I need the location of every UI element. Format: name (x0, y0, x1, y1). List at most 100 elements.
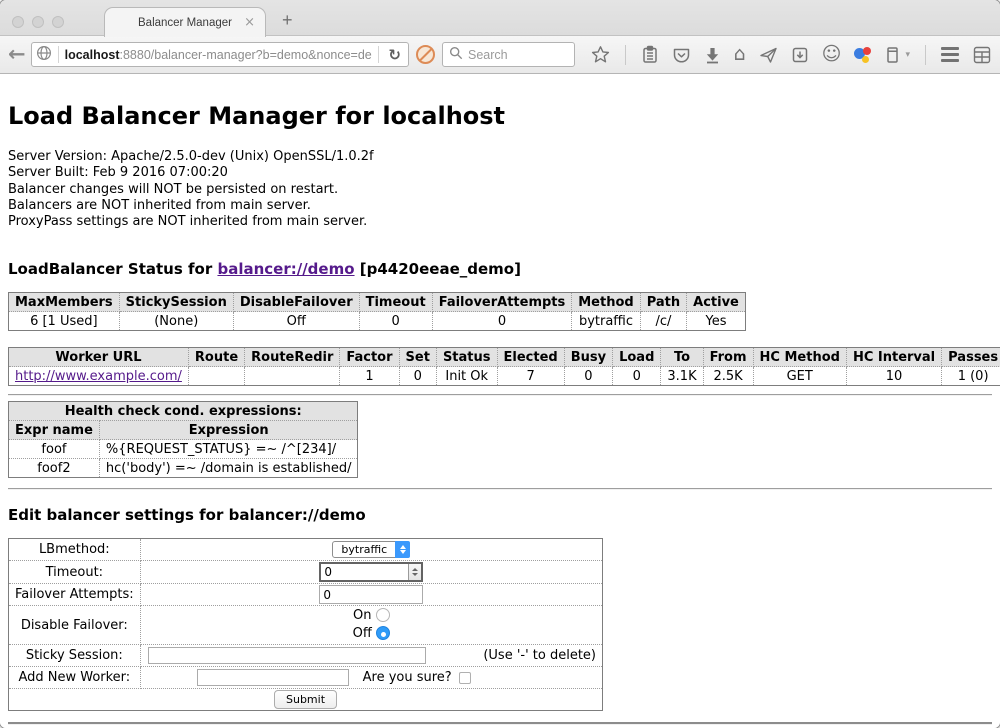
select-stepper-icon (395, 541, 410, 558)
feedback-smiley-icon[interactable]: ☺ (822, 45, 842, 64)
note-inherit: Balancers are NOT inherited from main se… (8, 198, 1000, 214)
save-to-device-icon[interactable] (791, 46, 809, 64)
tab-bar: Balancer Manager × + (0, 0, 1000, 36)
section-divider (8, 394, 992, 396)
table-cell (188, 367, 244, 386)
table-row: 6 [1 Used] (None) Off 0 0 bytraffic /c/ … (9, 312, 746, 331)
table-cell: 2.5K (703, 367, 753, 386)
home-icon[interactable]: ⌂ (734, 45, 746, 64)
downloads-icon[interactable] (704, 46, 721, 64)
note-persist: Balancer changes will NOT be persisted o… (8, 182, 1000, 198)
column-header: From (703, 348, 753, 367)
table-cell: GET (753, 367, 846, 386)
globe-icon (36, 45, 52, 65)
menu-icon[interactable] (941, 47, 959, 62)
column-header: Expression (99, 421, 358, 440)
column-header: Method (572, 293, 640, 312)
container-icon[interactable] (885, 45, 900, 64)
table-cell: bytraffic (572, 312, 640, 331)
table-row: http://www.example.com/ 1 0 Init Ok 7 0 … (9, 367, 1000, 386)
table-cell: /c/ (640, 312, 686, 331)
timeout-input[interactable] (321, 564, 408, 580)
column-header: Set (399, 348, 436, 367)
table-cell: 0 (432, 312, 572, 331)
on-label: On (353, 608, 371, 623)
server-info: Server Version: Apache/2.5.0-dev (Unix) … (8, 149, 1000, 230)
column-header: Busy (564, 348, 612, 367)
window-controls (12, 16, 64, 28)
expression-cell: %{REQUEST_STATUS} =~ /^[234]/ (99, 440, 358, 459)
window-minimize-button[interactable] (32, 16, 44, 28)
expr-name-cell: foof (9, 440, 100, 459)
table-cell: Yes (687, 312, 746, 331)
url-bar[interactable]: localhost:8880/balancer-manager?b=demo&n… (31, 42, 409, 67)
table-cell: 1 (0) (942, 367, 1000, 386)
container-dropdown-icon[interactable]: ▾ (905, 50, 910, 60)
add-new-worker-label: Add New Worker: (9, 667, 141, 689)
search-input[interactable] (468, 48, 558, 62)
sticky-session-hint: (Use '-' to delete) (483, 648, 596, 663)
balancer-demo-link[interactable]: balancer://demo (217, 260, 354, 278)
table-cell: 0 (613, 367, 661, 386)
search-bar[interactable] (442, 42, 575, 67)
table-cell: 1 (340, 367, 399, 386)
disable-failover-off-row: Off (147, 625, 596, 643)
bookmarks-clipboard-icon[interactable] (641, 45, 659, 64)
back-icon[interactable]: ← (8, 44, 26, 65)
note-proxypass: ProxyPass settings are NOT inherited fro… (8, 214, 1000, 230)
number-spinner-icon[interactable] (408, 564, 421, 580)
worker-url-link[interactable]: http://www.example.com/ (15, 369, 182, 384)
new-tab-button[interactable]: + (282, 10, 293, 31)
window-zoom-button[interactable] (52, 16, 64, 28)
column-header: Status (436, 348, 497, 367)
content-blocked-icon[interactable] (416, 45, 435, 64)
lbmethod-select[interactable]: bytraffic (332, 541, 410, 558)
color-dots-icon[interactable] (854, 46, 872, 64)
window-close-button[interactable] (12, 16, 24, 28)
add-worker-input[interactable] (197, 669, 349, 686)
column-header: Timeout (359, 293, 432, 312)
column-header: FailoverAttempts (432, 293, 572, 312)
column-header: Factor (340, 348, 399, 367)
on-radio[interactable] (376, 608, 390, 622)
column-header: Route (188, 348, 244, 367)
timeout-input-wrapper (319, 562, 423, 582)
disable-failover-label: Disable Failover: (9, 606, 141, 645)
off-label: Off (353, 626, 372, 641)
browser-window: Balancer Manager × + ← localhost:8880/ba… (0, 0, 1000, 728)
table-cell: 7 (497, 367, 564, 386)
send-tab-icon[interactable] (759, 46, 778, 64)
table-cell: 0 (399, 367, 436, 386)
column-header: Elected (497, 348, 564, 367)
pocket-icon[interactable] (672, 46, 691, 64)
page-title: Load Balancer Manager for localhost (8, 102, 1000, 130)
table-cell (245, 367, 340, 386)
edit-balancer-form: LBmethod: bytraffic Timeout: (8, 538, 603, 711)
table-cell: 0 (564, 367, 612, 386)
off-radio[interactable] (376, 626, 390, 640)
table-row: foof %{REQUEST_STATUS} =~ /^[234]/ (9, 440, 358, 459)
tab-balancer-manager[interactable]: Balancer Manager × (104, 7, 266, 37)
column-header: Worker URL (9, 348, 189, 367)
url-path: :8880/balancer-manager?b=demo&nonce=decc… (119, 48, 372, 62)
submit-button[interactable]: Submit (274, 690, 337, 709)
failover-attempts-label: Failover Attempts: (9, 584, 141, 606)
balancer-status-table: MaxMembers StickySession DisableFailover… (8, 292, 746, 331)
toolbar-separator (925, 45, 926, 65)
reload-icon[interactable]: ↻ (385, 46, 404, 64)
navigation-toolbar: ← localhost:8880/balancer-manager?b=demo… (0, 36, 1000, 74)
column-header: Active (687, 293, 746, 312)
tab-close-icon[interactable]: × (244, 16, 255, 29)
bookmark-star-icon[interactable] (591, 45, 610, 64)
are-you-sure-checkbox[interactable] (459, 672, 471, 684)
column-header: DisableFailover (233, 293, 359, 312)
url-text: localhost:8880/balancer-manager?b=demo&n… (65, 48, 373, 62)
url-bar-divider (378, 46, 379, 63)
column-header: To (661, 348, 703, 367)
pages-grid-icon[interactable] (972, 45, 992, 65)
disable-failover-on-row: On (147, 607, 596, 625)
sticky-session-input[interactable] (148, 647, 426, 664)
search-icon (449, 45, 463, 64)
failover-attempts-input[interactable] (319, 585, 423, 604)
url-bar-divider (58, 46, 59, 63)
